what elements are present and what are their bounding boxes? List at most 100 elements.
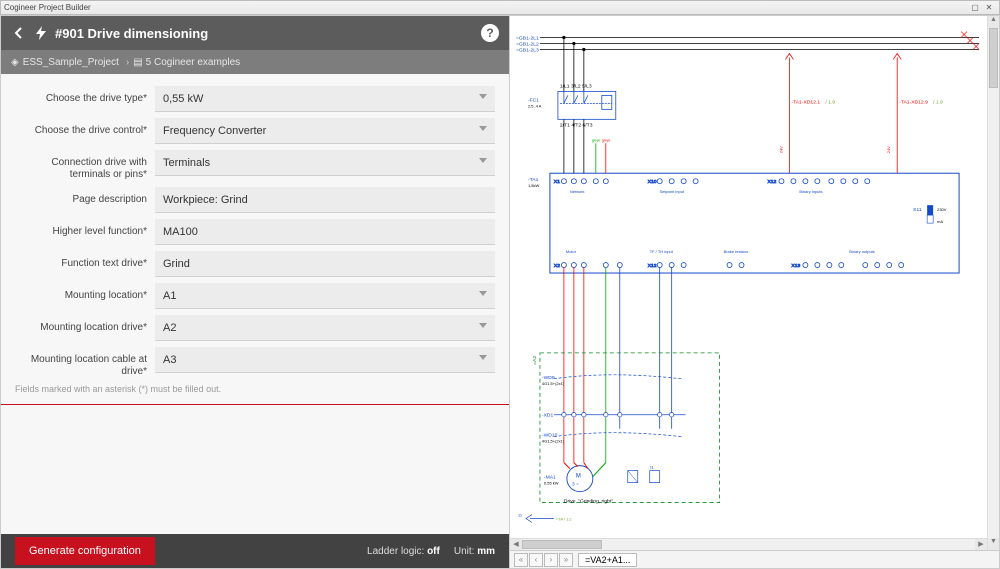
svg-text:1/L1 3/L2 5/L3: 1/L1 3/L2 5/L3 [560,83,592,89]
chevron-down-icon [479,94,487,99]
schematic-canvas[interactable]: =GB1-2L1 =GB1-2L2 =GB1-2L3 [510,16,999,550]
tab-first-icon[interactable]: « [514,553,528,567]
scroll-up-icon[interactable]: ▲ [988,16,999,28]
svg-text:Binary inputs: Binary inputs [799,189,822,194]
field-label: Function text drive* [15,251,155,270]
vertical-scrollbar[interactable]: ▲ ▼ [987,16,999,550]
scroll-thumb[interactable] [989,28,998,88]
field-value: A1 [163,290,176,302]
field-label: Higher level function* [15,219,155,238]
text-field[interactable]: Workpiece: Grind [155,187,495,213]
svg-text:11: 11 [650,465,655,470]
select-field[interactable]: 0,55 kW [155,86,495,112]
back-icon[interactable] [11,27,27,39]
breadcrumb-page[interactable]: 5 Cogineer examples [146,57,241,68]
text-field[interactable]: MA100 [155,219,495,245]
field-value: Terminals [163,157,210,169]
schematic-preview: =GB1-2L1 =GB1-2L2 =GB1-2L3 [510,15,1000,569]
select-field[interactable]: Terminals [155,150,495,176]
field-label: Page description [15,187,155,206]
svg-text:4G1,5+(2x1): 4G1,5+(2x1) [542,381,565,386]
svg-text:Setpoint input: Setpoint input [660,189,685,194]
svg-text:TF / TH input: TF / TH input [650,249,674,254]
breadcrumb-project[interactable]: ESS_Sample_Project [23,57,119,68]
field-label: Mounting location drive* [15,315,155,334]
svg-text:X12: X12 [648,263,657,269]
horizontal-scrollbar[interactable]: ◀ ▶ [510,538,987,550]
label-gb3: =GB1-2L3 [516,47,539,53]
breaker-fc1: 1/L1 3/L2 5/L3 2/T1 4/T2 6/T3 [558,83,616,128]
page-icon: ▤ [133,57,142,68]
divider [1,404,509,405]
field-value: Workpiece: Grind [163,194,248,206]
svg-text:X2: X2 [554,263,560,269]
s11-block: S11 230V mA [913,205,947,224]
svg-text:230V: 230V [937,207,947,212]
panel-title: #901 Drive dimensioning [55,26,481,41]
preview-tab[interactable]: =VA2+A1... [578,553,637,567]
window-close-icon[interactable]: ✕ [982,3,996,12]
form-row: Choose the drive type*0,55 kW [15,86,495,112]
svg-text:X12: X12 [767,179,776,185]
form-row: Choose the drive control*Frequency Conve… [15,118,495,144]
field-label: Choose the drive type* [15,86,155,105]
preview-tabs: « ‹ › » =VA2+A1... [510,550,999,568]
select-field[interactable]: A2 [155,315,495,341]
field-label: Mounting location cable at drive* [15,347,155,378]
svg-text:=A2: =A2 [532,356,538,365]
select-field[interactable]: Frequency Converter [155,118,495,144]
form-row: Mounting location cable at drive* A3 [15,347,495,378]
ladder-logic-status: Ladder logic: off [367,546,440,557]
scroll-left-icon[interactable]: ◀ [510,539,522,550]
svg-text:gnye: gnye [602,137,611,142]
generate-button[interactable]: Generate configuration [15,537,155,565]
form-row: Connection drive with terminals or pins*… [15,150,495,181]
scroll-down-icon[interactable]: ▼ [988,538,999,550]
label-drive-caption: Drive, "Grinding, right" [564,499,613,505]
scroll-right-icon[interactable]: ▶ [975,539,987,550]
field-value: A2 [163,322,176,334]
field-value: Frequency Converter [163,125,266,137]
form-area: Choose the drive type*0,55 kWChoose the … [1,74,509,534]
window-maximize-icon[interactable]: ▢ [968,3,982,12]
select-field[interactable]: A1 [155,283,495,309]
field-label: Mounting location* [15,283,155,302]
svg-text:11: 11 [518,513,523,518]
field-label: Connection drive with terminals or pins* [15,150,155,181]
chevron-down-icon [479,291,487,296]
tab-last-icon[interactable]: » [559,553,573,567]
tab-next-icon[interactable]: › [544,553,558,567]
unit-status: Unit: mm [454,546,495,557]
svg-text:2,5..4 A: 2,5..4 A [528,103,542,108]
chevron-down-icon [479,355,487,360]
form-row: Mounting location drive* A2 [15,315,495,341]
chevron-down-icon [479,323,487,328]
svg-text:X1: X1 [554,179,560,185]
form-row: Higher level function* MA100 [15,219,495,245]
help-button[interactable]: ? [481,24,499,42]
svg-text:/ 1.9: / 1.9 [933,99,943,105]
required-note: Fields marked with an asterisk (*) must … [15,384,495,394]
panel-header: #901 Drive dimensioning ? [1,16,509,50]
form-row: Function text drive*Grind [15,251,495,277]
scroll-thumb[interactable] [522,540,602,549]
svg-text:S11: S11 [913,207,922,213]
svg-text:=TA / 1.2: =TA / 1.2 [556,517,573,522]
svg-text:M: M [576,474,581,480]
svg-text:1,5kW: 1,5kW [528,183,540,188]
chevron-down-icon [479,126,487,131]
svg-text:2/T1 4/T2 6/T3: 2/T1 4/T2 6/T3 [560,122,593,128]
svg-text:Binary outputs: Binary outputs [849,249,874,254]
field-value: A3 [163,354,176,366]
svg-text:3 ~: 3 ~ [572,482,579,488]
chevron-down-icon [479,158,487,163]
bolt-icon [33,26,49,40]
text-field[interactable]: Grind [155,251,495,277]
select-field[interactable]: A3 [155,347,495,373]
label-xd1: -XD1 [542,413,554,419]
field-value: MA100 [163,226,198,238]
form-row: Page description Workpiece: Grind [15,187,495,213]
tab-prev-icon[interactable]: ‹ [529,553,543,567]
config-panel: #901 Drive dimensioning ? ◈ ESS_Sample_P… [0,15,510,569]
svg-text:Brake resistor: Brake resistor [724,249,749,254]
